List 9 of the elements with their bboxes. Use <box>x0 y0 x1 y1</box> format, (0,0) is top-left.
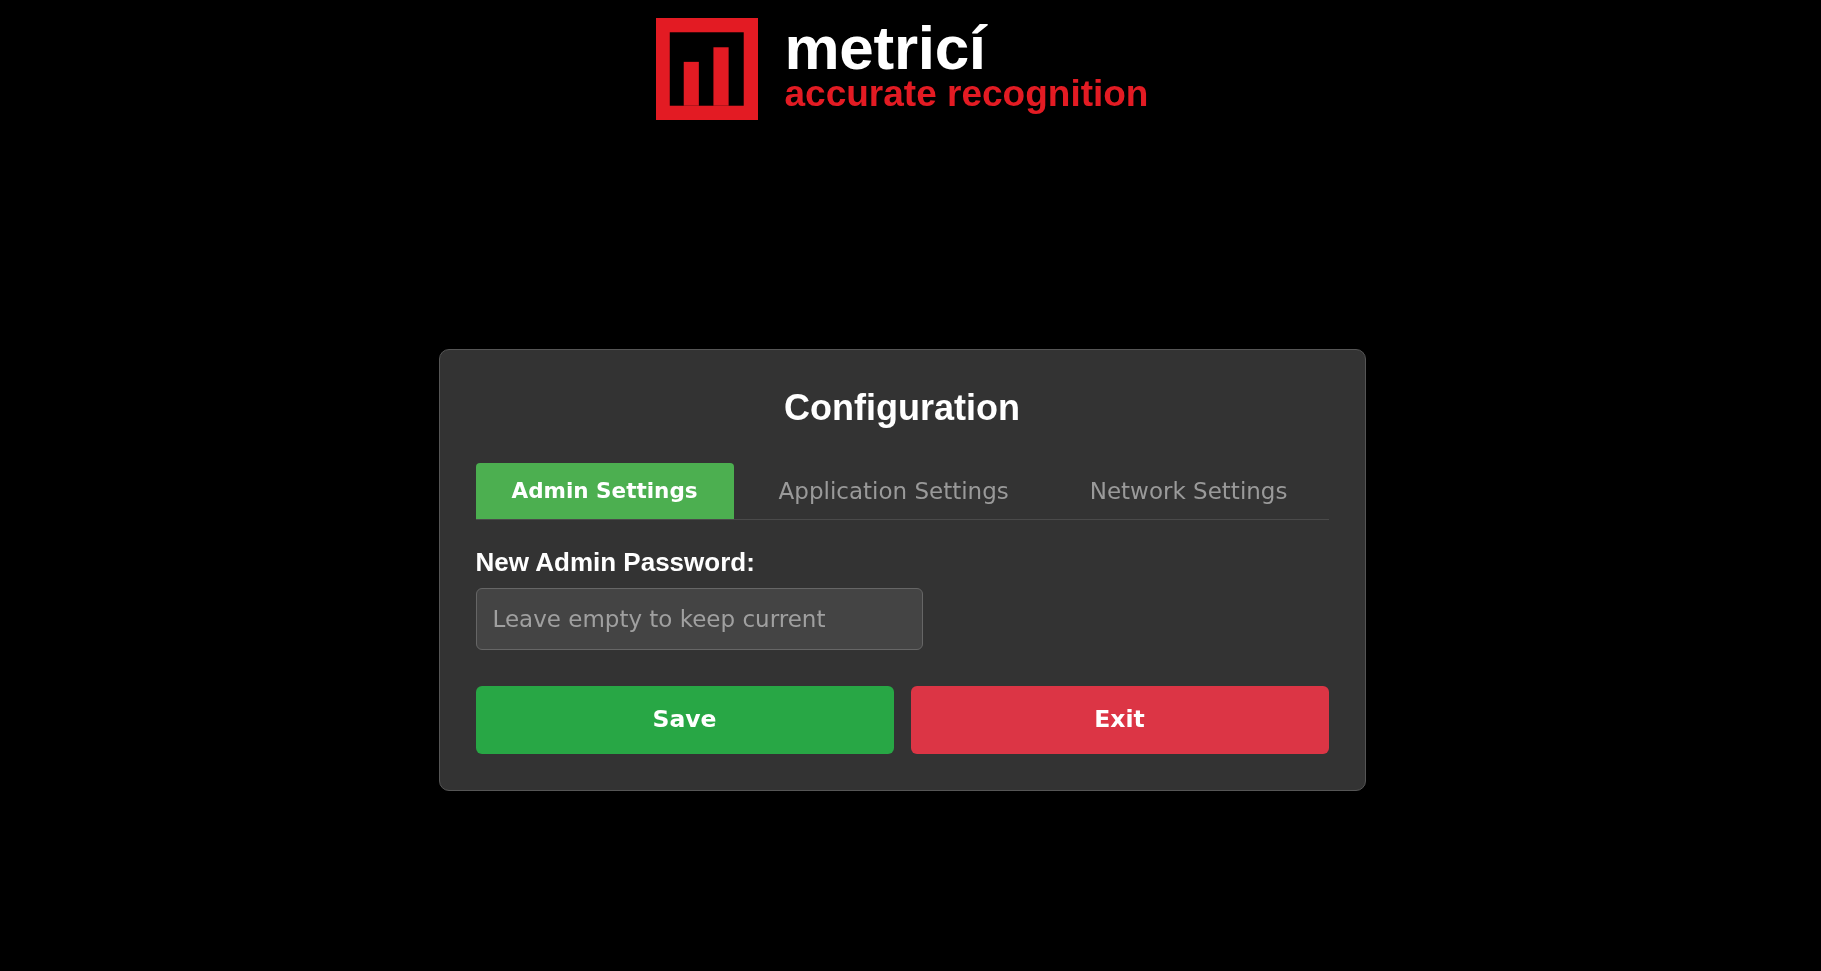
password-input[interactable]: Leave empty to keep current <box>475 588 923 650</box>
logo-icon <box>655 18 758 120</box>
dialog-title: Configuration <box>784 386 1020 429</box>
tab[interactable]: Admin Settings <box>475 463 734 519</box>
tab[interactable]: Application Settings <box>742 463 1045 519</box>
tab[interactable]: Network Settings <box>1053 463 1324 519</box>
field-label: New Admin Password: <box>475 547 755 577</box>
exit-button[interactable]: Exit <box>910 686 1329 754</box>
save-button[interactable]: Save <box>475 686 894 754</box>
